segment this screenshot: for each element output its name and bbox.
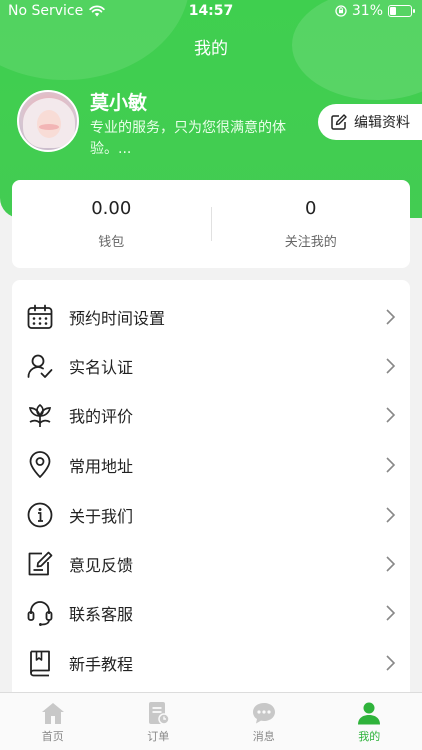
page-title: 我的	[194, 39, 228, 59]
tab-bar: 首页 订单 消息 我的	[0, 692, 422, 750]
followers-stat[interactable]: 0 关注我的	[212, 198, 411, 250]
tab-label: 订单	[147, 730, 170, 743]
chevron-right-icon	[386, 555, 396, 572]
stats-card: 0.00 钱包 0 关注我的	[12, 180, 410, 268]
menu-item-label: 常用地址	[69, 456, 134, 476]
tab-home[interactable]: 首页	[0, 693, 106, 750]
flower-icon	[28, 403, 52, 427]
calendar-icon	[27, 304, 53, 329]
wallet-stat[interactable]: 0.00 钱包	[12, 198, 211, 250]
menu-item-label: 联系客服	[69, 604, 134, 624]
tab-label: 消息	[252, 730, 275, 743]
edit-icon	[331, 114, 347, 130]
menu-item-label: 我的评价	[69, 406, 134, 426]
user-name: 莫小敏	[90, 92, 148, 114]
menu-item-appointment-settings[interactable]: 预约时间设置	[12, 292, 410, 341]
menu-item-label: 新手教程	[69, 654, 134, 674]
chevron-right-icon	[386, 654, 396, 671]
tab-mine[interactable]: 我的	[317, 693, 422, 750]
menu-list: 预约时间设置 实名认证 我的评价 常用地址 关于我们 意见反馈 联系客服 新手教…	[12, 280, 410, 700]
chevron-right-icon	[386, 357, 396, 374]
menu-item-contact-support[interactable]: 联系客服	[12, 588, 410, 637]
user-check-icon	[27, 354, 53, 378]
chevron-right-icon	[386, 456, 396, 473]
menu-item-common-addresses[interactable]: 常用地址	[12, 440, 410, 489]
menu-item-beginner-tutorial[interactable]: 新手教程	[12, 638, 410, 687]
edit-profile-button[interactable]: 编辑资料	[318, 104, 422, 140]
edit-profile-label: 编辑资料	[354, 115, 410, 131]
menu-item-about-us[interactable]: 关于我们	[12, 490, 410, 539]
feedback-icon	[28, 551, 53, 575]
battery-icon	[388, 5, 415, 17]
tab-messages[interactable]: 消息	[211, 693, 317, 750]
followers-label: 关注我的	[284, 235, 337, 250]
menu-item-label: 意见反馈	[69, 555, 134, 575]
wallet-value: 0.00	[91, 198, 132, 219]
info-icon	[27, 502, 53, 527]
tab-orders[interactable]: 订单	[106, 693, 212, 750]
menu-item-my-reviews[interactable]: 我的评价	[12, 390, 410, 439]
avatar[interactable]	[17, 90, 79, 152]
menu-item-real-name-verification[interactable]: 实名认证	[12, 341, 410, 390]
chevron-right-icon	[386, 308, 396, 325]
order-icon	[149, 702, 170, 725]
tab-label: 首页	[41, 730, 64, 743]
menu-item-label: 关于我们	[69, 506, 134, 526]
headset-icon	[27, 600, 53, 626]
user-bio: 专业的服务，只为您很满意的体验。...	[90, 120, 286, 157]
menu-item-label: 预约时间设置	[69, 308, 166, 328]
book-icon	[30, 650, 50, 676]
menu-item-feedback[interactable]: 意见反馈	[12, 539, 410, 588]
status-bar: No Service 14:57 31%	[0, 0, 422, 24]
location-pin-icon	[29, 450, 51, 478]
menu-item-label: 实名认证	[69, 357, 134, 377]
chevron-right-icon	[386, 406, 396, 423]
battery-percent: 31%	[351, 3, 383, 19]
home-icon	[41, 703, 64, 724]
chevron-right-icon	[386, 506, 396, 523]
tab-label: 我的	[358, 730, 381, 743]
message-icon	[252, 703, 275, 724]
orientation-lock-icon	[335, 5, 347, 17]
wallet-label: 钱包	[98, 235, 125, 250]
followers-value: 0	[305, 198, 317, 219]
chevron-right-icon	[386, 604, 396, 621]
profile-icon	[358, 702, 381, 725]
